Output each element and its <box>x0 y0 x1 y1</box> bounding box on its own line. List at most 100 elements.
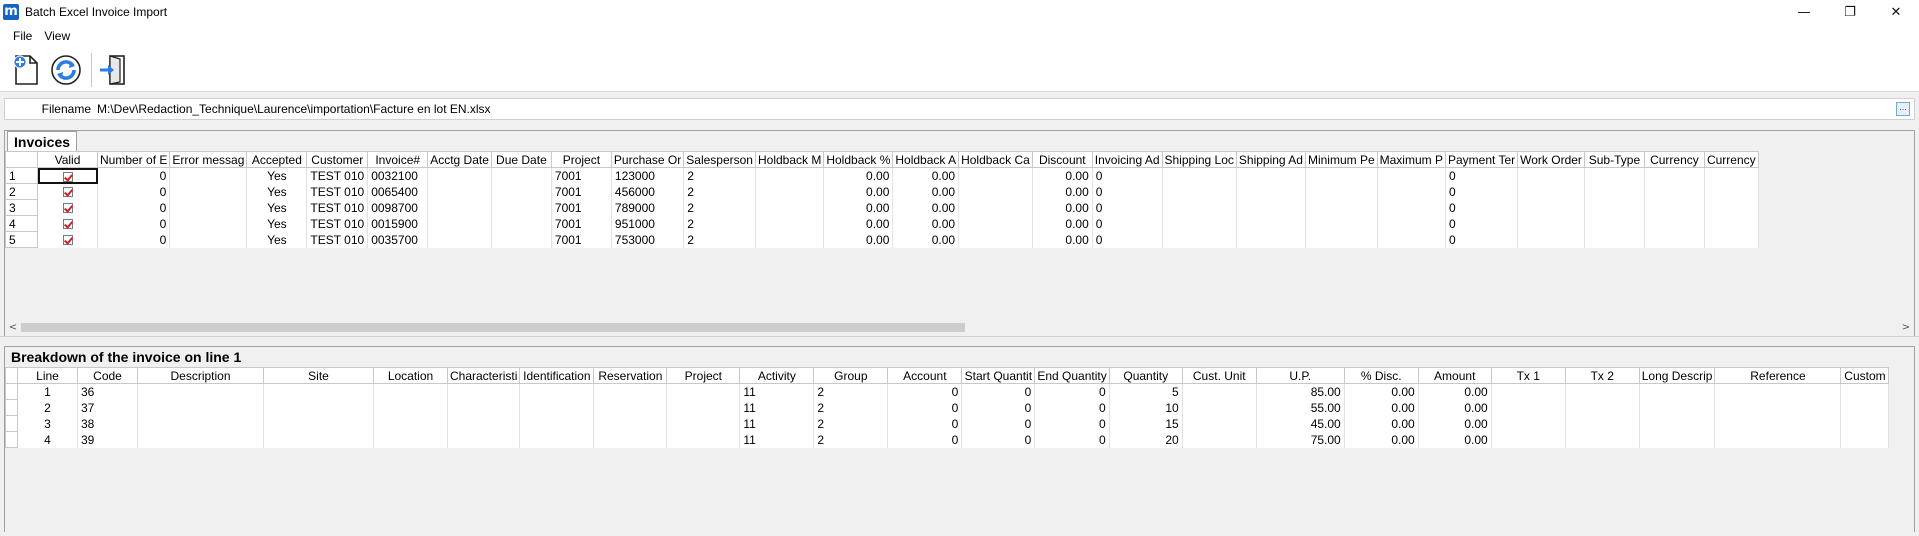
cell-holdback-method[interactable] <box>754 231 825 248</box>
cell-purchase-order[interactable]: 753000 <box>610 231 685 248</box>
cell-purchase-order[interactable]: 951000 <box>610 215 685 232</box>
cell-unit-price[interactable]: 85.00 <box>1255 383 1345 400</box>
col-header[interactable]: Shipping Ad <box>1235 151 1306 168</box>
cell-currency-2[interactable] <box>1703 199 1759 216</box>
cell-maximum[interactable] <box>1376 167 1446 184</box>
cell-shipping-loc[interactable] <box>1161 183 1237 200</box>
cell-reference[interactable] <box>1714 431 1842 448</box>
cell-reservation[interactable] <box>593 399 668 416</box>
cell-accepted[interactable]: Yes <box>246 167 308 184</box>
cell-tx1[interactable] <box>1490 415 1566 432</box>
cell-accepted[interactable]: Yes <box>246 231 308 248</box>
exit-button[interactable] <box>95 50 131 90</box>
cell-sub-type[interactable] <box>1583 183 1645 200</box>
invoices-hscrollbar[interactable]: < > <box>5 319 1914 335</box>
cell-holdback-method[interactable] <box>754 167 825 184</box>
col-header[interactable]: Description <box>137 367 264 384</box>
cell-accepted[interactable]: Yes <box>246 183 308 200</box>
cell-long-description[interactable] <box>1638 399 1716 416</box>
cell-reservation[interactable] <box>593 383 668 400</box>
col-header[interactable]: Discount <box>1031 151 1093 168</box>
cell-cust-unit[interactable] <box>1181 431 1257 448</box>
cell-currency-2[interactable] <box>1703 231 1759 248</box>
cell-discount[interactable]: 0.00 <box>1031 231 1093 248</box>
cell-discount[interactable]: 0.00 <box>1343 399 1419 416</box>
cell-maximum[interactable] <box>1376 231 1446 248</box>
cell-end-quantity[interactable]: 0 <box>1034 383 1110 400</box>
close-button[interactable]: ✕ <box>1873 0 1919 24</box>
cell-accepted[interactable]: Yes <box>246 199 308 216</box>
cell-currency[interactable] <box>1643 167 1705 184</box>
menu-view[interactable]: View <box>38 27 76 45</box>
cell-custom[interactable] <box>1840 431 1890 448</box>
col-header[interactable]: % Disc. <box>1343 367 1419 384</box>
cell-code[interactable]: 38 <box>77 415 138 432</box>
cell-description[interactable] <box>137 431 264 448</box>
col-header[interactable]: Tx 2 <box>1564 367 1640 384</box>
cell-end-quantity[interactable]: 0 <box>1034 399 1110 416</box>
cell-long-description[interactable] <box>1638 415 1716 432</box>
cell-tx2[interactable] <box>1564 383 1640 400</box>
cell-sub-type[interactable] <box>1583 215 1645 232</box>
cell-holdback-ca[interactable] <box>958 231 1033 248</box>
col-header[interactable]: Number of E <box>96 151 171 168</box>
cell-location[interactable] <box>373 383 448 400</box>
cell-salesperson[interactable]: 2 <box>683 167 756 184</box>
cell-activity[interactable]: 11 <box>739 383 815 400</box>
cell-errors[interactable]: 0 <box>96 183 171 200</box>
cell-identification[interactable] <box>519 383 595 400</box>
cell-work-order[interactable] <box>1517 199 1585 216</box>
cell-payment-terms[interactable]: 0 <box>1444 183 1519 200</box>
valid-checkbox[interactable] <box>37 231 98 248</box>
col-header[interactable]: Holdback A <box>892 151 960 168</box>
cell-site[interactable] <box>263 399 374 416</box>
cell-description[interactable] <box>137 415 264 432</box>
col-header[interactable]: Sub-Type <box>1583 151 1645 168</box>
col-header[interactable]: Location <box>373 367 448 384</box>
cell-quantity[interactable]: 5 <box>1108 383 1183 400</box>
col-header[interactable]: Custom <box>1840 367 1890 384</box>
cell-holdback-pct[interactable]: 0.00 <box>823 215 894 232</box>
checkmark-icon[interactable] <box>62 203 73 214</box>
cell-holdback-amount[interactable]: 0.00 <box>892 199 960 216</box>
cell-due-date[interactable] <box>490 199 552 216</box>
cell-site[interactable] <box>263 431 374 448</box>
cell-cust-unit[interactable] <box>1181 399 1257 416</box>
cell-activity[interactable]: 11 <box>739 399 815 416</box>
cell-error-message[interactable] <box>169 167 248 184</box>
cell-shipping-address[interactable] <box>1235 183 1306 200</box>
breakdown-row[interactable]: 2 37 11 2 0 0 0 10 55.00 0.00 0.00 <box>5 399 1890 416</box>
cell-tx1[interactable] <box>1490 399 1566 416</box>
col-header[interactable]: Group <box>813 367 889 384</box>
col-header[interactable]: Long Descrip <box>1638 367 1716 384</box>
cell-currency[interactable] <box>1643 215 1705 232</box>
cell-minimum[interactable] <box>1304 183 1378 200</box>
cell-account[interactable]: 0 <box>887 415 963 432</box>
cell-reservation[interactable] <box>593 415 668 432</box>
cell-group[interactable]: 2 <box>813 431 889 448</box>
cell-characteristic[interactable] <box>446 383 521 400</box>
cell-minimum[interactable] <box>1304 199 1378 216</box>
cell-acctg-date[interactable] <box>427 215 492 232</box>
valid-checkbox[interactable] <box>37 167 98 184</box>
cell-sub-type[interactable] <box>1583 167 1645 184</box>
cell-line[interactable]: 1 <box>17 383 78 400</box>
col-header[interactable]: End Quantity <box>1034 367 1110 384</box>
cell-shipping-address[interactable] <box>1235 215 1306 232</box>
cell-custom[interactable] <box>1840 415 1890 432</box>
col-header[interactable]: Reference <box>1714 367 1842 384</box>
invoices-tab[interactable]: Invoices <box>7 131 78 151</box>
cell-shipping-loc[interactable] <box>1161 215 1237 232</box>
cell-end-quantity[interactable]: 0 <box>1034 415 1110 432</box>
cell-description[interactable] <box>137 399 264 416</box>
invoice-row[interactable]: 3 0 Yes TEST 010 0098700 7001 789000 2 0.00 0.00 0… <box>5 199 1759 216</box>
cell-account[interactable]: 0 <box>887 431 963 448</box>
scroll-track[interactable] <box>21 321 1898 333</box>
col-header[interactable]: Maximum P <box>1376 151 1446 168</box>
cell-shipping-address[interactable] <box>1235 167 1306 184</box>
cell-error-message[interactable] <box>169 231 248 248</box>
cell-purchase-order[interactable]: 456000 <box>610 183 685 200</box>
cell-project[interactable]: 7001 <box>550 167 612 184</box>
cell-reference[interactable] <box>1714 399 1842 416</box>
cell-invoicing-address[interactable]: 0 <box>1091 183 1163 200</box>
